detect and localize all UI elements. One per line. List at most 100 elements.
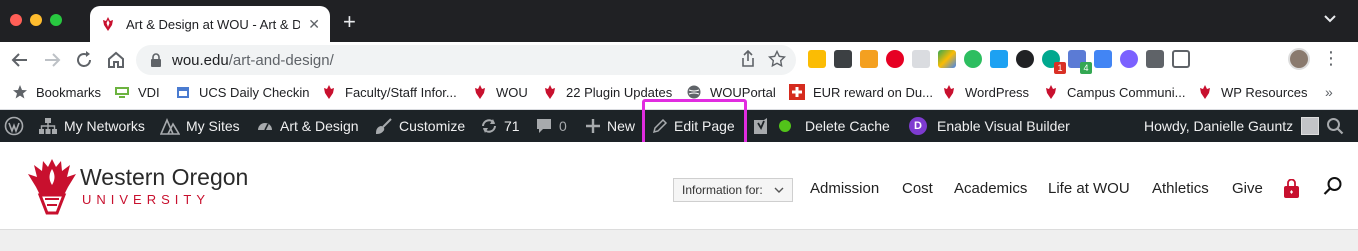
grammarly-extension-icon[interactable]: 1	[1042, 50, 1066, 74]
window-minimize-button[interactable]	[30, 14, 42, 26]
share-icon[interactable]	[740, 50, 756, 68]
new-tab-button[interactable]: +	[343, 11, 356, 33]
user-avatar	[1301, 117, 1320, 135]
bookmark-item[interactable]: WP Resources	[1197, 84, 1307, 100]
forward-arrow-icon[interactable]	[40, 48, 64, 72]
window-close-button[interactable]	[10, 14, 22, 26]
more-bookmarks-chevron-icon[interactable]: »	[1325, 84, 1333, 100]
enable-visual-builder-button[interactable]: D Enable Visual Builder	[909, 110, 1070, 142]
globe-icon	[687, 85, 701, 99]
nav-cost[interactable]: Cost	[902, 180, 933, 197]
cache-status-icon	[779, 120, 791, 132]
bookmark-item[interactable]: UCS Daily Checkin	[175, 84, 310, 100]
dots-extension-icon[interactable]	[834, 50, 852, 68]
drive-extension-icon[interactable]	[938, 50, 956, 68]
admin-search-button[interactable]	[1326, 110, 1344, 142]
puzzle-extensions-icon[interactable]	[1146, 50, 1164, 68]
gift-icon[interactable]	[1283, 179, 1300, 199]
bookmark-label: WordPress	[965, 84, 1030, 100]
updates-button[interactable]: 71	[480, 110, 520, 142]
book-extension-icon[interactable]	[1094, 50, 1112, 68]
address-bar[interactable]: wou.edu/art-and-design/	[136, 45, 796, 75]
bookmark-item[interactable]: Campus Communi...	[1043, 84, 1185, 100]
bookmark-item[interactable]: EUR reward on Du...	[789, 84, 933, 100]
pinterest-extension-icon[interactable]	[886, 50, 904, 68]
nav-academics[interactable]: Academics	[954, 180, 1027, 197]
site-header: Western Oregon UNIVERSITY Information fo…	[0, 142, 1358, 230]
check-extension-icon[interactable]	[990, 50, 1008, 68]
updates-count: 71	[504, 118, 520, 134]
profile-avatar[interactable]	[1288, 48, 1310, 70]
lock-icon[interactable]	[150, 53, 162, 67]
wordpress-logo-icon	[4, 116, 24, 136]
wordpress-logo-button[interactable]	[4, 110, 24, 142]
bookmark-star-icon[interactable]	[768, 50, 786, 68]
yoast-seo-menu[interactable]	[752, 110, 770, 142]
code-extension-icon[interactable]: 4	[1068, 50, 1092, 74]
updates-icon	[482, 119, 496, 133]
nav-give[interactable]: Give	[1232, 180, 1263, 197]
bookmark-item[interactable]: VDI	[114, 84, 160, 100]
calendar-icon	[177, 87, 189, 98]
paintbrush-icon	[375, 118, 392, 135]
back-arrow-icon[interactable]	[8, 48, 32, 72]
bug-extension-icon[interactable]	[1120, 50, 1138, 68]
url-domain: wou.edu	[172, 51, 229, 69]
bookmark-item[interactable]: Faculty/Staff Infor...	[321, 84, 457, 100]
side-panel-icon[interactable]	[1172, 50, 1190, 68]
information-for-select[interactable]: Information for:	[673, 178, 793, 202]
account-menu[interactable]: Howdy, Danielle Gauntz	[1144, 110, 1320, 142]
bookmark-label: Bookmarks	[36, 84, 102, 100]
kebab-menu-icon[interactable]: ⋮	[1322, 49, 1340, 67]
bookmark-item[interactable]: WOUPortal	[686, 84, 776, 100]
swiss-flag-icon	[789, 84, 805, 100]
chart-extension-icon[interactable]	[860, 50, 878, 68]
nav-athletics[interactable]: Athletics	[1152, 180, 1209, 197]
delete-cache-button[interactable]: Delete Cache	[779, 110, 890, 142]
network-icon	[39, 118, 57, 134]
my-networks-label: My Networks	[64, 118, 145, 134]
delete-cache-label: Delete Cache	[805, 118, 890, 134]
screen-extension-icon[interactable]	[912, 50, 930, 68]
vdi-icon	[115, 87, 129, 98]
dashboard-icon	[258, 123, 272, 131]
sites-icon	[160, 117, 180, 135]
home-icon[interactable]	[104, 48, 128, 72]
bookmark-item[interactable]: WOU	[472, 84, 528, 100]
evernote-extension-icon[interactable]	[964, 50, 982, 68]
keep-extension-icon[interactable]	[808, 50, 826, 68]
nav-life-at-wou[interactable]: Life at WOU	[1048, 180, 1130, 197]
nav-admission[interactable]: Admission	[810, 180, 879, 197]
bookmark-label: WOUPortal	[710, 84, 776, 100]
new-label: New	[607, 118, 636, 134]
extension-badge: 4	[1080, 62, 1092, 74]
bookmark-label: EUR reward on Du...	[813, 84, 933, 100]
my-sites-menu[interactable]: My Sites	[160, 110, 240, 142]
my-networks-menu[interactable]: My Networks	[38, 110, 145, 142]
reload-icon[interactable]	[72, 48, 96, 72]
circle-extension-icon[interactable]	[1016, 50, 1034, 68]
bookmark-item[interactable]: 22 Plugin Updates	[542, 84, 672, 100]
bookmark-label: UCS Daily Checkin	[199, 84, 310, 100]
site-search-icon[interactable]	[1323, 176, 1343, 196]
university-name[interactable]: Western Oregon	[80, 164, 248, 191]
wou-torch-logo-icon[interactable]	[26, 157, 78, 217]
active-tab[interactable]: Art & Design at WOU - Art & Design ✕	[90, 6, 330, 42]
new-content-menu[interactable]: New	[585, 110, 635, 142]
bookmark-item[interactable]: Bookmarks	[12, 84, 101, 100]
customize-button[interactable]: Customize	[375, 110, 465, 142]
tab-title: Art & Design at WOU - Art & Design	[126, 16, 301, 32]
tab-search-icon[interactable]	[1323, 14, 1337, 24]
extension-badge: 1	[1054, 62, 1066, 74]
tab-close-icon[interactable]: ✕	[308, 16, 320, 33]
bookmark-label: 22 Plugin Updates	[566, 84, 673, 100]
plus-icon	[586, 119, 600, 133]
site-name-menu[interactable]: Art & Design	[256, 110, 359, 142]
window-zoom-button[interactable]	[50, 14, 62, 26]
wou-torch-icon	[1200, 85, 1210, 99]
bookmark-item[interactable]: WordPress	[941, 84, 1029, 100]
wou-torch-icon	[475, 85, 485, 99]
comments-button[interactable]: 0	[535, 110, 567, 142]
bookmark-label: VDI	[138, 84, 160, 100]
browser-tab-strip: Art & Design at WOU - Art & Design ✕ +	[0, 0, 1358, 42]
